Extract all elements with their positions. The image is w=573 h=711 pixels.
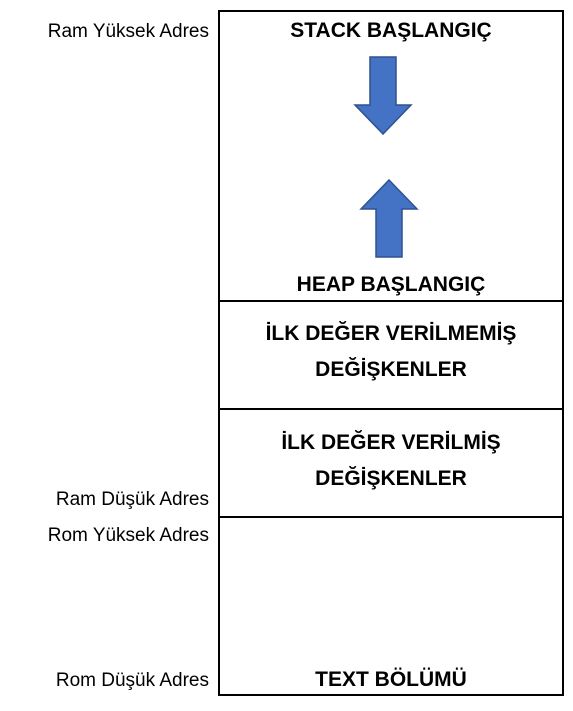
arrow-up-icon — [359, 178, 419, 258]
rom-low-address-label: Rom Düşük Adres — [55, 670, 209, 691]
uninitialized-variables-line-2: DEĞİŞKENLER — [315, 357, 467, 381]
ram-low-address-label: Ram Düşük Adres — [55, 489, 209, 510]
uninitialized-variables-label: İLK DEĞER VERİLMEMİŞ DEĞİŞKENLER — [220, 316, 562, 387]
uninitialized-variables-line-1: İLK DEĞER VERİLMEMİŞ — [265, 322, 517, 345]
arrow-up-shape — [359, 178, 419, 258]
arrow-down-shape — [353, 56, 413, 136]
ram-high-address-label: Ram Yüksek Adres — [47, 21, 209, 42]
segment-divider — [220, 408, 562, 410]
rom-high-address-label: Rom Yüksek Adres — [47, 525, 209, 546]
arrow-down-icon — [353, 56, 413, 136]
stack-start-label: STACK BAŞLANGIÇ — [290, 19, 492, 42]
heap-start-label: HEAP BAŞLANGIÇ — [296, 273, 486, 296]
initialized-variables-line-1: İLK DEĞER VERİLMİŞ — [281, 431, 501, 454]
text-section-label: TEXT BÖLÜMÜ — [315, 668, 467, 691]
segment-divider — [220, 300, 562, 302]
initialized-variables-line-2: DEĞİŞKENLER — [315, 466, 467, 490]
memory-layout-diagram: STACK BAŞLANGIÇ HEAP BAŞLANGIÇ İLK DEĞER… — [218, 10, 564, 696]
initialized-variables-label: İLK DEĞER VERİLMİŞ DEĞİŞKENLER — [220, 425, 562, 496]
segment-divider — [220, 516, 562, 518]
